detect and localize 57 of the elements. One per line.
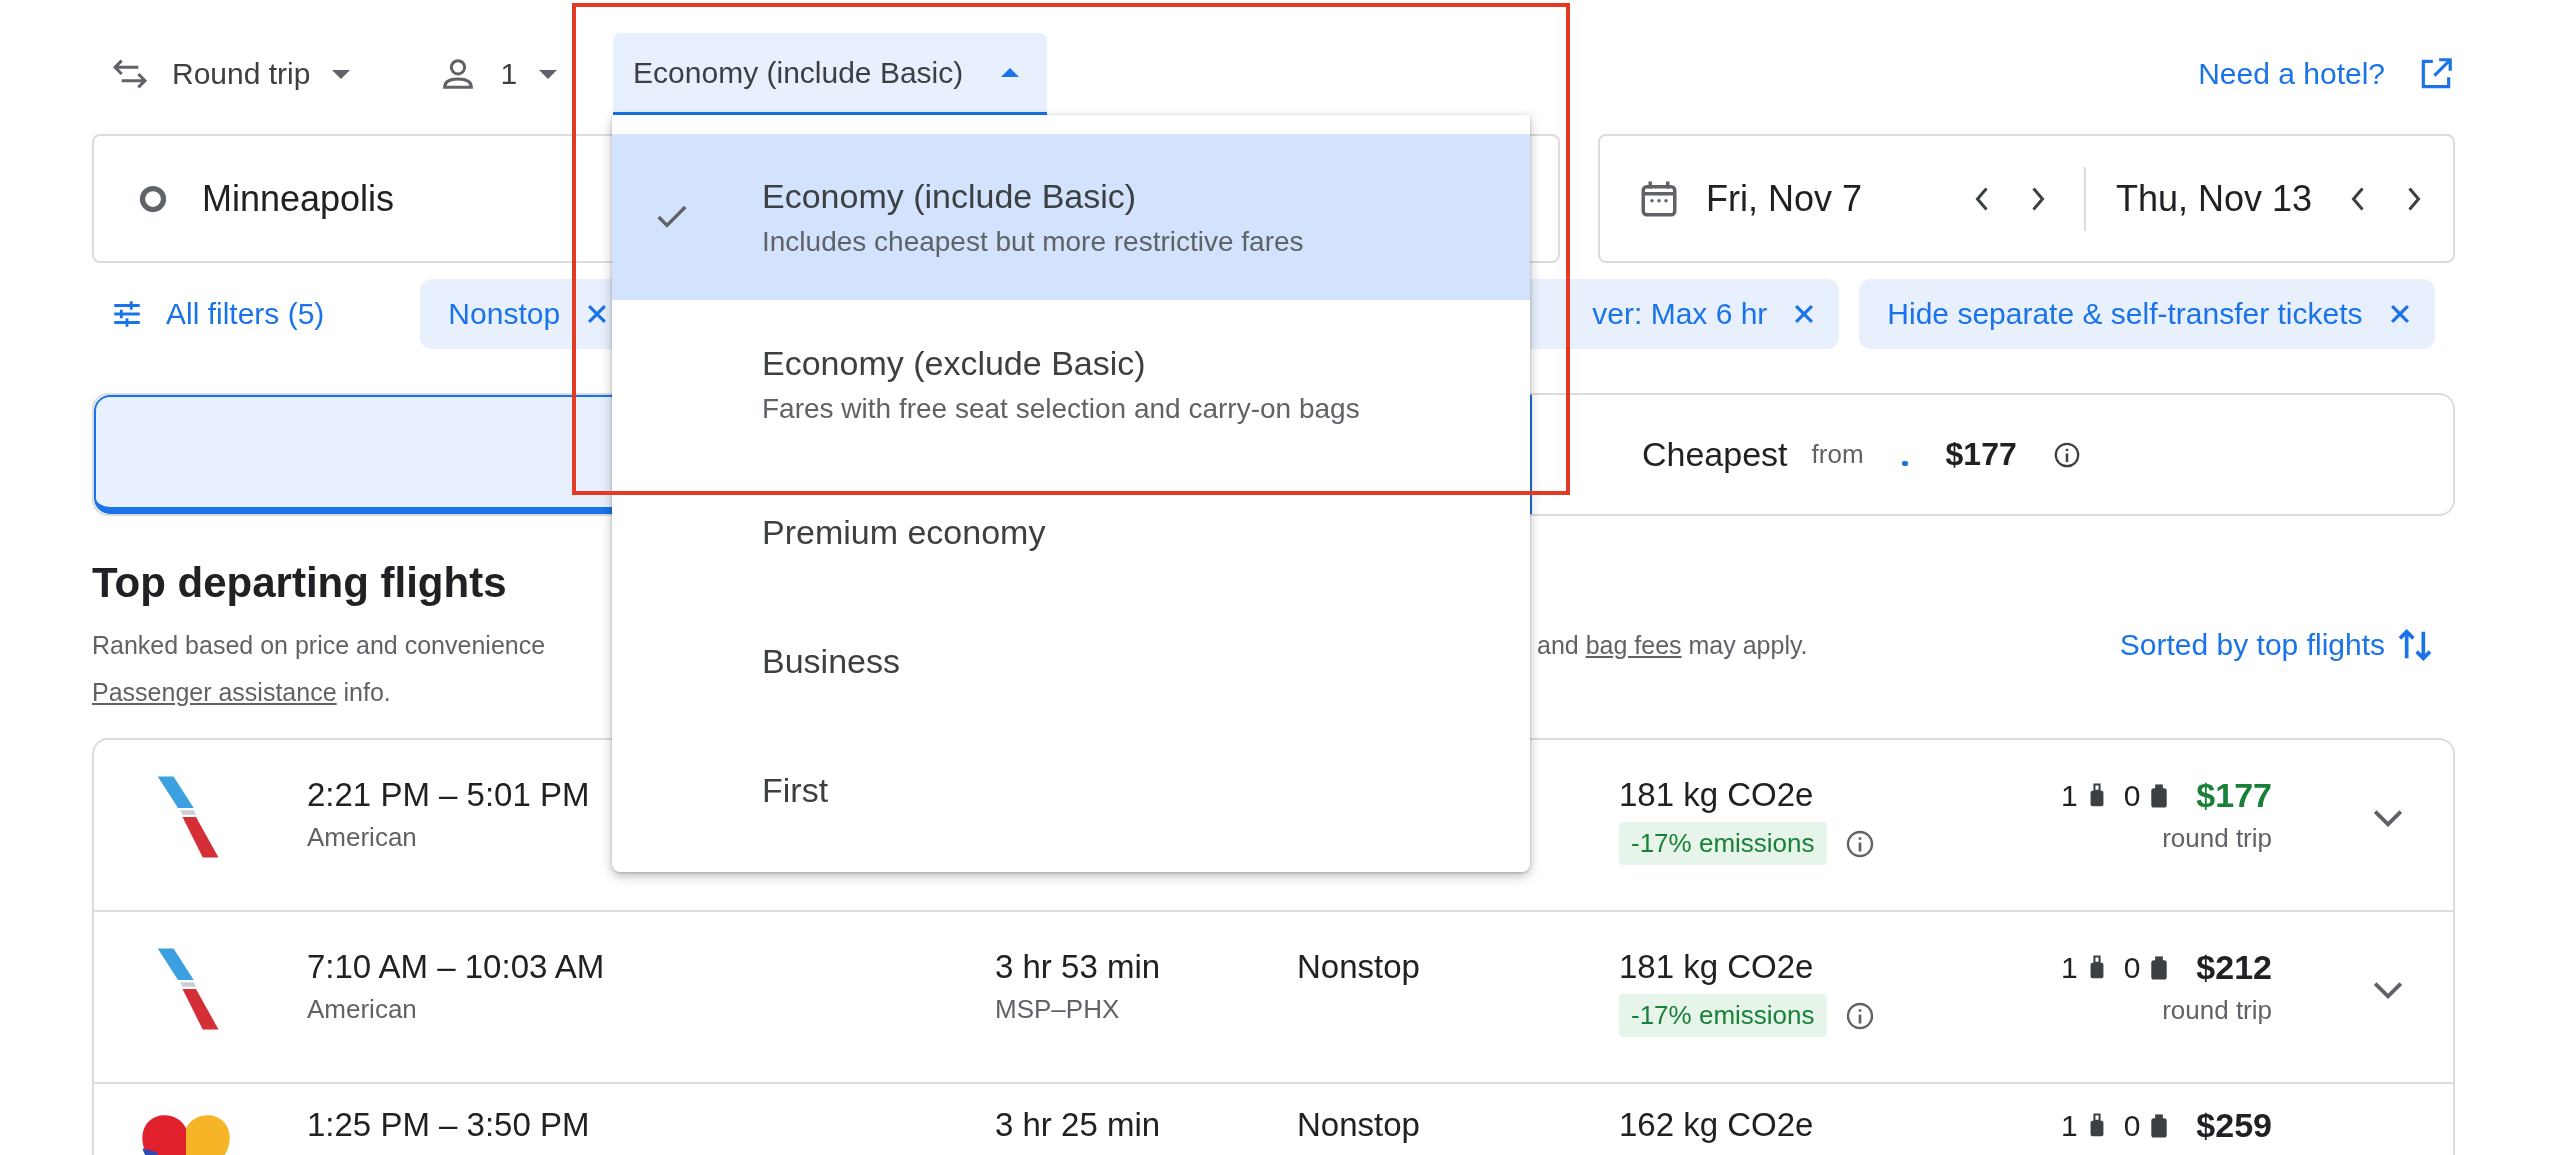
- flight-row[interactable]: 1:25 PM – 3:50 PM 3 hr 25 min Nonstop 162 kg CO2e 1 0 $259: [94, 1084, 2453, 1155]
- option-label: Premium economy: [762, 513, 1046, 552]
- carry-on-count: 1: [2061, 950, 2078, 985]
- checked-bag-count: 0: [2123, 950, 2141, 985]
- hotel-link[interactable]: Need a hotel?: [2198, 57, 2385, 91]
- assistance-note: Passenger assistance info.: [92, 677, 392, 708]
- stops-text: Nonstop: [1297, 1106, 1420, 1144]
- emissions-amount: 181 kg CO2e: [1619, 948, 1814, 986]
- option-label: Economy (include Basic): [762, 176, 1138, 216]
- filter-chip[interactable]: Hide separate & self-transfer tickets: [1859, 278, 2435, 349]
- flight-times: 7:10 AM – 10:03 AM: [307, 948, 605, 986]
- return-date: Thu, Nov 13: [2116, 177, 2313, 220]
- menu-option[interactable]: Business: [612, 597, 1530, 726]
- cheapest-tab[interactable]: Cheapest from $177: [1532, 395, 2453, 514]
- price-note: round trip: [2162, 823, 2272, 854]
- all-filters-button[interactable]: All filters (5): [92, 278, 343, 349]
- airline-name: American: [307, 822, 417, 853]
- departure-date: Fri, Nov 7: [1706, 177, 1864, 220]
- menu-option[interactable]: Economy (exclude Basic) Fares with free seat selection and carry-on bags: [612, 300, 1530, 468]
- price: $259: [2196, 1106, 2272, 1145]
- checked-bag-count: 0: [2123, 778, 2141, 813]
- option-label: First: [762, 771, 829, 810]
- emissions-amount: 181 kg CO2e: [1619, 776, 1814, 814]
- section-title: Top departing flights: [92, 558, 508, 608]
- trip-type-dropdown[interactable]: Round trip: [92, 44, 369, 104]
- menu-option[interactable]: Economy (include Basic) Includes cheapest but more restrictive fares: [612, 134, 1530, 300]
- price: $212: [2196, 948, 2272, 987]
- flight-duration: 3 hr 53 min: [995, 948, 1161, 986]
- sort-button[interactable]: Sorted by top flights: [2119, 625, 2435, 665]
- stops-text: Nonstop: [1297, 948, 1420, 986]
- emissions-amount: 162 kg CO2e: [1619, 1106, 1814, 1144]
- option-description: Includes cheapest but more restrictive fares: [762, 225, 1304, 258]
- flight-times: 1:25 PM – 3:50 PM: [307, 1106, 590, 1144]
- passengers-dropdown[interactable]: 1: [420, 44, 576, 104]
- price-note: round trip: [2162, 995, 2272, 1026]
- carry-on-count: 1: [2061, 778, 2078, 813]
- option-label: Economy (exclude Basic): [762, 343, 1147, 383]
- route-text: MSP–PHX: [995, 994, 1120, 1025]
- menu-option[interactable]: Premium economy: [612, 468, 1530, 597]
- carry-on-count: 1: [2061, 1108, 2078, 1143]
- emissions-badge: -17% emissions: [1619, 994, 1827, 1037]
- flight-row[interactable]: 7:10 AM – 10:03 AM American 3 hr 53 min MSP–PHX Nonstop 181 kg CO2e -17% emissions 1 0 $212 round trip: [94, 912, 2453, 1084]
- fees-note: and bag fees may apply.: [1537, 630, 1808, 660]
- bag-fees-link[interactable]: bag fees: [1585, 630, 1682, 659]
- option-label: Business: [762, 642, 900, 681]
- cabin-class-dropdown[interactable]: Economy (include Basic): [613, 33, 1048, 115]
- flight-times: 2:21 PM – 5:01 PM: [307, 776, 590, 814]
- ranking-note: Ranked based on price and convenience: [92, 630, 547, 660]
- airline-name: American: [307, 994, 417, 1025]
- passenger-assistance-link[interactable]: Passenger assistance: [92, 678, 337, 706]
- option-description: Fares with free seat selection and carry-on bags: [762, 392, 1360, 425]
- checked-bag-count: 0: [2123, 1108, 2141, 1143]
- emissions-badge: -17% emissions: [1619, 822, 1827, 865]
- date-field[interactable]: Fri, Nov 7 Thu, Nov 13: [1598, 134, 2455, 263]
- flight-duration: 3 hr 25 min: [995, 1106, 1161, 1144]
- price: $177: [2196, 776, 2272, 815]
- menu-option[interactable]: First: [612, 726, 1530, 855]
